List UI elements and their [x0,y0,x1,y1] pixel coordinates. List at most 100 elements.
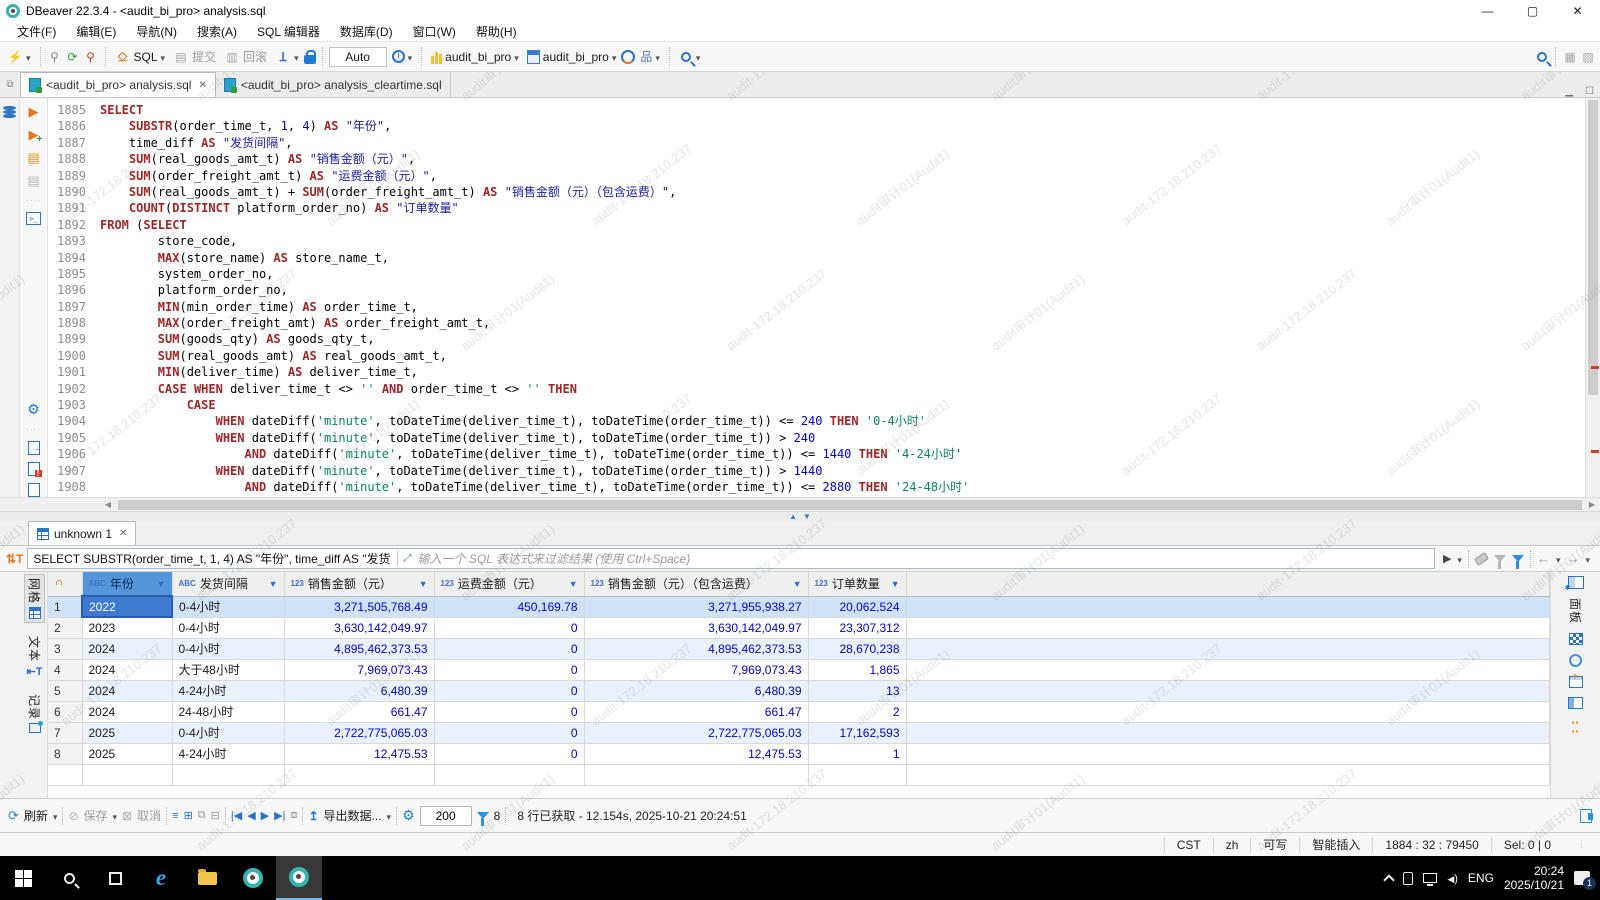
cell[interactable]: 3,630,142,049.97 [284,617,434,638]
quick-search-icon[interactable] [1537,52,1547,62]
cell[interactable]: 0 [434,680,584,701]
chevron-down-icon[interactable] [387,809,392,823]
clock[interactable]: 20:24 2025/10/21 [1504,864,1564,892]
new-connection-button[interactable]: ⚡ [4,47,34,67]
search-button[interactable] [676,48,704,66]
column-dropdown-icon[interactable]: ▼ [419,579,428,589]
menu-item-3[interactable]: 搜索(A) [188,22,246,41]
cell[interactable]: 23,307,312 [808,617,906,638]
row-number[interactable]: 4 [48,659,82,680]
chevron-down-icon[interactable] [1556,552,1561,566]
perspective-icon[interactable]: ▦ [1562,49,1578,65]
tray-expand-icon[interactable] [1384,874,1395,885]
column-dropdown-icon[interactable]: ▼ [569,579,578,589]
cell[interactable]: 7,969,073.43 [584,659,808,680]
export-icon[interactable]: ↥ [308,809,318,823]
results-splitter[interactable]: ▲ ▼ [0,511,1600,521]
cell[interactable]: 3,271,505,768.49 [284,596,434,617]
remove-filter-icon[interactable] [1494,555,1506,562]
cell[interactable]: 12,475.53 [584,743,808,764]
cell[interactable]: 12,475.53 [284,743,434,764]
scrollbar-thumb[interactable] [118,500,1582,510]
row-number[interactable]: 5 [48,680,82,701]
back-icon[interactable] [1537,551,1550,566]
cancel-label[interactable]: 取消 [137,807,161,824]
language-indicator[interactable]: ENG [1468,871,1494,885]
cell[interactable]: 0 [434,722,584,743]
cell[interactable]: 0 [434,659,584,680]
execute-script-icon[interactable]: ▤ [27,150,39,166]
column-dropdown-icon[interactable]: ▼ [157,579,166,589]
cell[interactable]: 0-4小时 [172,638,284,659]
maximize-pane-icon[interactable]: ☐ [1579,86,1600,97]
execute-new-tab-icon[interactable]: ▶ [29,127,39,143]
cell[interactable]: 3,271,955,938.27 [584,596,808,617]
database-selector[interactable]: audit_bi_pro [428,48,522,66]
cell[interactable]: 13 [808,680,906,701]
grid-settings-icon[interactable]: ⚙ [402,807,415,824]
add-row-icon[interactable]: ⊞ [184,809,193,822]
minimize-button[interactable]: — [1465,0,1510,22]
cell[interactable]: 0 [434,701,584,722]
cell[interactable]: 2024 [82,659,172,680]
cell[interactable]: 2024 [82,638,172,659]
reconnect-icon[interactable]: ⟳ [65,49,81,65]
cell[interactable]: 0-4小时 [172,722,284,743]
row-number[interactable]: 7 [48,722,82,743]
maximize-button[interactable]: ▢ [1510,0,1555,22]
save-sql-icon[interactable] [28,483,40,497]
apply-filter-icon[interactable]: ▶ [1443,552,1451,565]
console-icon[interactable]: >_ [26,212,41,225]
cell[interactable]: 2023 [82,617,172,638]
column-dropdown-icon[interactable]: ▼ [891,579,900,589]
row-number[interactable]: 8 [48,743,82,764]
file-explorer-button[interactable] [184,856,230,900]
results-view-tab-0[interactable]: 网格 [24,574,45,623]
expand-icon[interactable]: ⤢ [404,553,412,564]
start-button[interactable] [0,856,46,900]
dbeaver-taskbar-button[interactable] [230,856,276,900]
menu-item-2[interactable]: 导航(N) [127,22,186,41]
cell[interactable]: 2025 [82,743,172,764]
transaction-log-button[interactable]: Ʇ [272,47,302,67]
results-view-tab-2[interactable]: 记录 [25,691,44,736]
cell[interactable]: 7,969,073.43 [284,659,434,680]
cell[interactable]: 2022 [82,596,172,617]
cell[interactable]: 661.47 [584,701,808,722]
cell[interactable]: 2,722,775,065.03 [284,722,434,743]
scroll-left-icon[interactable]: ◀ [100,500,116,509]
speaker-icon[interactable] [1447,871,1458,885]
refresh-icon[interactable]: ⟳ [8,808,19,824]
scrollbar-thumb[interactable] [1588,100,1598,395]
forward-icon[interactable] [1566,551,1579,566]
column-dropdown-icon[interactable]: ▼ [793,579,802,589]
editor-tab-1[interactable]: <audit_bi_pro> analysis_cleartime.sql [216,72,451,97]
metadata-panel-icon[interactable] [1568,697,1583,709]
notification-icon[interactable] [1574,871,1590,885]
refresh-label[interactable]: 刷新 [24,807,48,824]
execute-statement-icon[interactable]: ▶ [29,104,39,120]
cell[interactable]: 661.47 [284,701,434,722]
chevron-down-icon[interactable] [113,809,118,823]
fetch-page-icon[interactable]: ⧈ [290,809,297,822]
cell[interactable]: 0-4小时 [172,617,284,638]
restore-pane-icon[interactable]: ⧉ [0,72,20,97]
export-label[interactable]: 导出数据... [324,807,382,824]
cell[interactable]: 3,630,142,049.97 [584,617,808,638]
cell[interactable]: 1,865 [808,659,906,680]
column-header-5[interactable]: 123订单数量▼ [808,572,906,596]
cell[interactable]: 2024 [82,680,172,701]
settings-gear-icon[interactable]: ⚙ [27,401,40,418]
network-button[interactable]: 品 [637,46,663,67]
sql-editor-button[interactable]: ⎐SQL [112,47,169,67]
cell[interactable]: 4-24小时 [172,743,284,764]
cell[interactable]: 0-4小时 [172,596,284,617]
dbeaver-taskbar-button-active[interactable] [276,856,322,900]
fetch-size-input[interactable] [420,806,472,826]
cell[interactable]: 2025 [82,722,172,743]
column-header-3[interactable]: 123运费金额（元）▼ [434,572,584,596]
first-row-icon[interactable]: |◀ [231,809,242,822]
cell[interactable]: 1 [808,743,906,764]
cell[interactable]: 6,480.39 [584,680,808,701]
cell[interactable]: 0 [434,617,584,638]
